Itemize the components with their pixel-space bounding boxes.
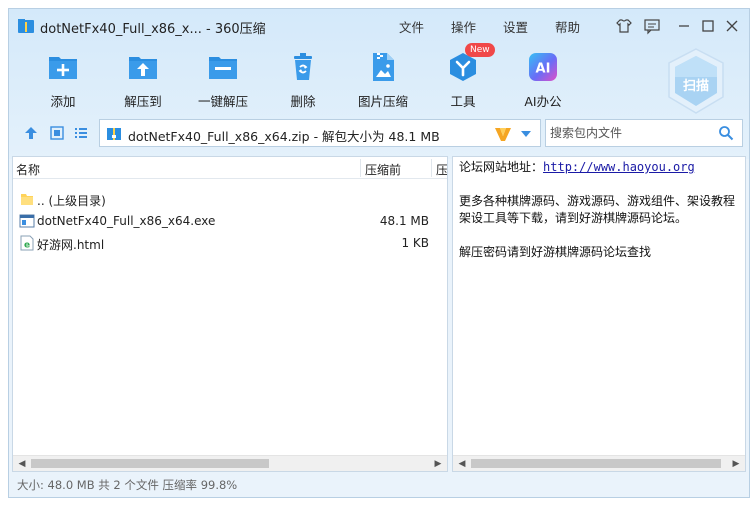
menu-help[interactable]: 帮助 xyxy=(555,17,580,36)
skin-shirt-icon[interactable] xyxy=(615,17,633,35)
tools-label: 工具 xyxy=(450,94,476,109)
window-title: dotNetFx40_Full_x86_x... - 360压缩 xyxy=(40,22,266,37)
one-click-extract-label: 一键解压 xyxy=(197,94,248,109)
scroll-right-icon[interactable]: ▶ xyxy=(431,457,445,471)
row-name: .. (上级目录) xyxy=(37,194,106,208)
comment-line: 更多各种棋牌源码、游戏源码、游戏组件、架设教程 xyxy=(459,194,736,208)
feedback-icon[interactable] xyxy=(643,17,661,35)
ai-office-label: AI办公 xyxy=(524,94,562,109)
row-name: 好游网.html xyxy=(37,238,105,252)
scan-label: 扫描 xyxy=(682,79,709,94)
archive-path: dotNetFx40_Full_x86_x64.zip - 解包大小为 48.1… xyxy=(128,129,440,144)
search-box[interactable] xyxy=(545,119,743,147)
menu-settings[interactable]: 设置 xyxy=(503,17,528,36)
zip-file-icon xyxy=(107,128,121,140)
table-row-parent-dir[interactable]: .. (上级目录) xyxy=(13,188,447,210)
comment-line: 架设工具等下载，请到好游棋牌源码论坛。 xyxy=(459,211,688,225)
column-original-size[interactable]: 压缩前 xyxy=(365,161,401,178)
html-icon: e xyxy=(20,235,34,251)
right-horizontal-scrollbar[interactable]: ◀ ▶ xyxy=(453,455,745,471)
close-icon[interactable] xyxy=(723,17,741,35)
v-brand-icon[interactable] xyxy=(494,125,512,143)
column-name[interactable]: 名称 xyxy=(16,161,40,178)
column-divider[interactable] xyxy=(431,159,432,177)
add-button[interactable]: 添加 xyxy=(23,47,103,117)
ai-office-icon: AI xyxy=(529,53,557,81)
minimize-icon[interactable] xyxy=(675,17,693,35)
scroll-thumb[interactable] xyxy=(471,459,721,468)
column-divider[interactable] xyxy=(360,159,361,177)
left-horizontal-scrollbar[interactable]: ◀ ▶ xyxy=(13,455,447,471)
file-list-header: 名称 压缩前 压 xyxy=(13,157,447,179)
scroll-thumb[interactable] xyxy=(31,459,269,468)
ai-icon-text: AI xyxy=(536,62,551,77)
comment-line: 解压密码请到好游棋牌源码论坛查找 xyxy=(459,245,652,259)
exe-icon xyxy=(19,214,35,228)
column-compressed-size[interactable]: 压 xyxy=(436,161,447,178)
new-badge: New xyxy=(465,43,495,57)
one-click-extract-icon xyxy=(209,57,237,79)
scroll-right-icon[interactable]: ▶ xyxy=(729,457,743,471)
delete-label: 删除 xyxy=(290,94,316,109)
thumbnail-view-icon[interactable] xyxy=(49,125,65,141)
image-compress-icon xyxy=(373,53,394,81)
row-size: 48.1 MB xyxy=(379,214,429,228)
scan-button[interactable]: 扫描 xyxy=(665,47,727,117)
list-view-icon[interactable] xyxy=(73,125,89,141)
delete-icon xyxy=(294,53,312,80)
svg-text:e: e xyxy=(24,241,30,251)
menu-file[interactable]: 文件 xyxy=(399,17,424,36)
forum-label: 论坛网站地址： xyxy=(459,160,544,174)
title-bar: dotNetFx40_Full_x86_x... - 360压缩 文件 操作 设… xyxy=(9,9,749,43)
image-compress-button[interactable]: 图片压缩 xyxy=(343,47,423,117)
delete-button[interactable]: 删除 xyxy=(263,47,343,117)
forum-link[interactable]: http://www.haoyou.org xyxy=(543,160,695,174)
tools-button[interactable]: 工具 xyxy=(423,47,503,117)
row-name: dotNetFx40_Full_x86_x64.exe xyxy=(37,214,216,228)
up-arrow-icon[interactable] xyxy=(23,125,39,141)
scroll-left-icon[interactable]: ◀ xyxy=(15,457,29,471)
extract-to-icon xyxy=(129,57,157,79)
ai-office-button[interactable]: AI AI办公 xyxy=(503,47,583,117)
menu-operation[interactable]: 操作 xyxy=(451,17,476,36)
row-size: 1 KB xyxy=(401,236,429,250)
path-dropdown-icon[interactable] xyxy=(518,126,534,142)
one-click-extract-button[interactable]: 一键解压 xyxy=(183,47,263,117)
file-list-pane: 名称 压缩前 压 .. (上级目录) dotNetFx40_Full_x86_x… xyxy=(12,156,448,472)
table-row-exe[interactable]: dotNetFx40_Full_x86_x64.exe 48.1 MB xyxy=(13,210,447,232)
status-bar-text: 大小: 48.0 MB 共 2 个文件 压缩率 99.8% xyxy=(17,478,238,492)
extract-to-label: 解压到 xyxy=(124,94,162,109)
comment-pane: 论坛网站地址：http://www.haoyou.org 更多各种棋牌源码、游戏… xyxy=(452,156,746,472)
path-bar[interactable]: dotNetFx40_Full_x86_x64.zip - 解包大小为 48.1… xyxy=(99,119,541,147)
maximize-icon[interactable] xyxy=(699,17,717,35)
folder-icon xyxy=(21,194,33,205)
scroll-left-icon[interactable]: ◀ xyxy=(455,457,469,471)
app-window: dotNetFx40_Full_x86_x... - 360压缩 文件 操作 设… xyxy=(8,8,750,498)
image-compress-label: 图片压缩 xyxy=(357,94,408,109)
table-row-html[interactable]: e 好游网.html 1 KB xyxy=(13,232,447,254)
app-zip-icon xyxy=(18,19,34,33)
archive-comment: 论坛网站地址：http://www.haoyou.org 更多各种棋牌源码、游戏… xyxy=(459,159,745,261)
search-input[interactable] xyxy=(550,124,710,142)
extract-to-button[interactable]: 解压到 xyxy=(103,47,183,117)
add-label: 添加 xyxy=(50,94,76,109)
search-icon[interactable] xyxy=(718,125,734,141)
add-icon xyxy=(49,57,77,79)
